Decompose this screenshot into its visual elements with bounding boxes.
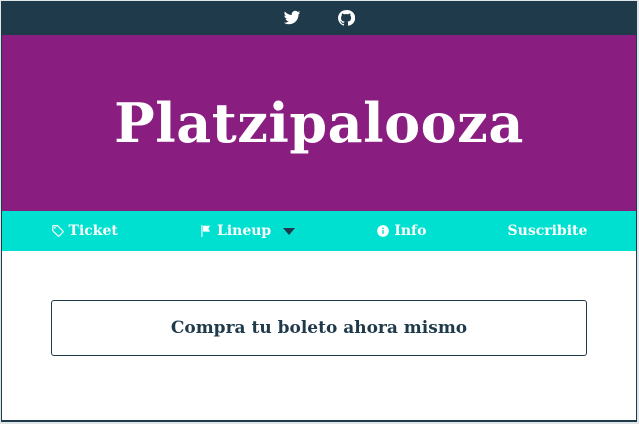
main-content: Compra tu boleto ahora mismo [2,251,636,356]
nav-label-ticket: Ticket [68,223,118,239]
hero-banner: Platzipalooza [2,35,636,211]
buy-ticket-button[interactable]: Compra tu boleto ahora mismo [51,300,587,356]
nav-item-ticket[interactable]: Ticket [51,223,118,239]
nav-label-lineup: Lineup [217,223,272,239]
tag-icon [51,225,64,237]
nav-label-info: Info [394,223,427,239]
flag-icon [201,225,211,237]
browser-viewport: Platzipalooza Ticket Lineup Info Suscrib… [1,1,637,422]
nav-item-lineup[interactable]: Lineup [199,223,296,239]
info-icon [377,225,390,237]
github-icon[interactable] [336,8,356,28]
chevron-down-icon [283,227,296,235]
main-nav: Ticket Lineup Info Suscribite [2,211,636,251]
nav-item-suscribite[interactable]: Suscribite [508,223,588,239]
twitter-icon[interactable] [282,8,302,28]
nav-item-info[interactable]: Info [376,223,426,239]
nav-label-suscribite: Suscribite [507,223,588,239]
page-title: Platzipalooza [114,91,524,155]
social-topbar [2,1,636,35]
